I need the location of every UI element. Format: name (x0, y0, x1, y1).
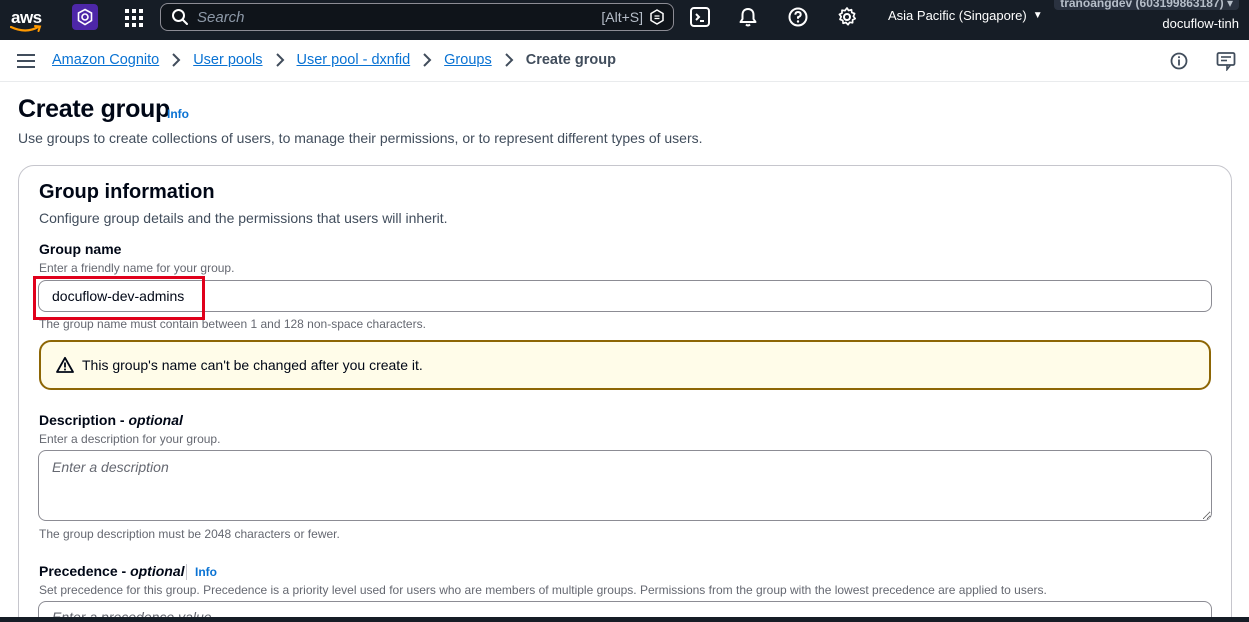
menu-icon[interactable] (17, 53, 35, 69)
precedence-hint: Set precedence for this group. Precedenc… (39, 583, 1047, 597)
breadcrumb: Amazon Cognito User pools User pool - dx… (52, 52, 616, 68)
bottom-bar (0, 617, 1249, 622)
breadcrumb-groups[interactable]: Groups (444, 52, 492, 68)
info-icon[interactable] (1170, 52, 1188, 70)
chevron-right-icon (423, 53, 432, 67)
breadcrumb-user-pools[interactable]: User pools (193, 52, 262, 68)
chevron-right-icon (172, 53, 181, 67)
account-id: tranoangdev (603199863187) ▾ (1054, 0, 1239, 10)
description-constraint: The group description must be 2048 chara… (39, 527, 340, 541)
page-title: Create group (18, 95, 170, 123)
warning-alert: This group's name can't be changed after… (39, 340, 1211, 390)
aws-logo[interactable]: aws (8, 5, 48, 35)
page-description: Use groups to create collections of user… (18, 130, 703, 146)
cloudshell-icon[interactable] (689, 6, 711, 28)
section-description: Configure group details and the permissi… (39, 210, 448, 226)
group-information-container (18, 165, 1232, 622)
search-bar[interactable]: Search [Alt+S] (160, 3, 674, 31)
group-name-constraint: The group name must contain between 1 an… (39, 317, 426, 331)
search-shortcut: [Alt+S] (601, 9, 643, 25)
account-menu[interactable]: tranoangdev (603199863187) ▾ docuflow-ti… (1054, 0, 1239, 31)
breadcrumb-amazon-cognito[interactable]: Amazon Cognito (52, 52, 159, 68)
precedence-label: Precedence - optional (39, 563, 185, 579)
warning-icon (56, 356, 74, 373)
precedence-info-link[interactable]: Info (195, 565, 217, 579)
region-selector[interactable]: Asia Pacific (Singapore) ▼ (888, 8, 1043, 23)
help-icon[interactable] (787, 6, 809, 28)
group-name-label: Group name (39, 241, 122, 257)
grid-icon[interactable] (124, 8, 144, 28)
aws-smile-icon (10, 25, 42, 32)
alert-text: This group's name can't be changed after… (82, 357, 423, 373)
bell-icon[interactable] (737, 6, 759, 28)
page-info-link[interactable]: Info (167, 107, 189, 121)
search-command-icon (650, 9, 664, 25)
account-name: docuflow-tinh (1162, 16, 1239, 31)
search-placeholder: Search (197, 8, 245, 26)
chevron-right-icon (505, 53, 514, 67)
breadcrumb-current: Create group (525, 52, 616, 68)
description-hint: Enter a description for your group. (39, 432, 221, 446)
section-title: Group information (39, 181, 215, 203)
region-label: Asia Pacific (Singapore) (888, 8, 1027, 23)
feedback-icon[interactable] (1216, 51, 1236, 71)
search-icon (172, 9, 188, 25)
caret-down-icon: ▼ (1032, 10, 1043, 21)
description-label: Description - optional (39, 412, 183, 428)
gear-icon[interactable] (836, 6, 858, 28)
chevron-right-icon (275, 53, 284, 67)
group-name-hint: Enter a friendly name for your group. (39, 261, 235, 275)
cognito-icon[interactable] (72, 4, 98, 30)
divider (186, 564, 187, 580)
description-textarea[interactable] (38, 450, 1212, 521)
breadcrumb-user-pool[interactable]: User pool - dxnfid (297, 52, 411, 68)
top-navigation: aws Search [Alt+S] Asia Pacific (Singapo… (0, 0, 1249, 40)
group-name-input[interactable] (38, 280, 1212, 312)
